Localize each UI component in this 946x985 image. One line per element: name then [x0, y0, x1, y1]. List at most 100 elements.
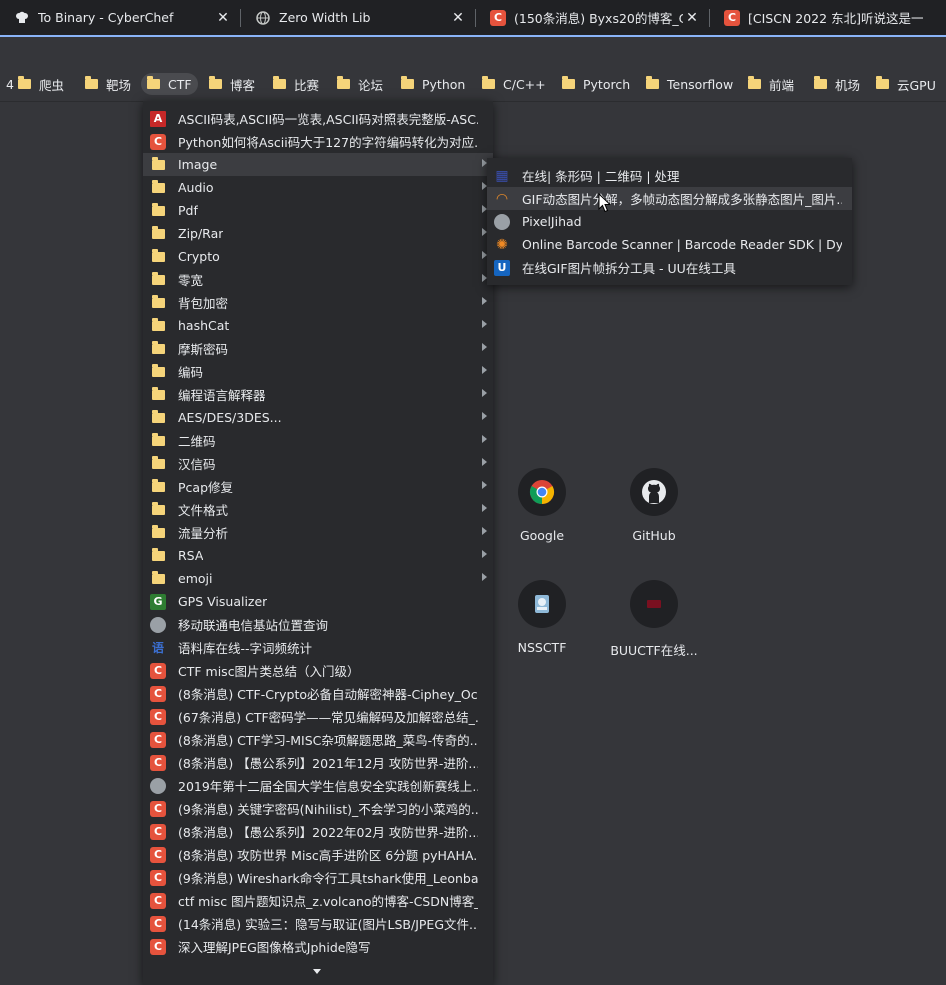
shortcut-label: GitHub	[632, 528, 676, 543]
menu-bookmark-item[interactable]: Cctf misc 图片题知识点_z.volcano的博客-CSDN博客_...	[143, 889, 493, 912]
menu-folder-item[interactable]: Pdf	[143, 199, 493, 222]
menu-folder-item[interactable]: Crypto	[143, 245, 493, 268]
scroll-down-arrow-icon[interactable]	[313, 969, 321, 974]
menu-folder-item[interactable]: hashCat	[143, 314, 493, 337]
barcode-site-icon: ▦	[495, 167, 509, 184]
menu-bookmark-item[interactable]: C (8条消息) 【愚公系列】2021年12月 攻防世界-进阶...	[143, 751, 493, 774]
menu-bookmark-item[interactable]: C (8条消息) 攻防世界 Misc高手进阶区 6分题 pyHAHA...	[143, 843, 493, 866]
menu-item-label: (67条消息) CTF密码学——常见编解码及加解密总结_...	[178, 710, 478, 725]
chevron-right-icon	[482, 320, 487, 328]
bookmark-folder-cloud-gpu[interactable]: 云GPU	[870, 73, 942, 95]
menu-bookmark-item[interactable]: 2019年第十二届全国大学生信息安全实践创新赛线上...	[143, 774, 493, 797]
menu-item-label: (8条消息) 【愚公系列】2022年02月 攻防世界-进阶...	[178, 825, 478, 840]
menu-folder-item[interactable]: RSA	[143, 544, 493, 567]
bookmark-folder-contest[interactable]: 比赛	[267, 73, 325, 95]
tab-zero-width-lib[interactable]: Zero Width Lib ✕	[241, 0, 475, 35]
bookmark-folder-python[interactable]: Python	[395, 73, 471, 95]
red-a-icon: A	[150, 110, 166, 127]
folder-icon	[152, 570, 165, 584]
folder-icon	[152, 271, 165, 285]
menu-folder-item[interactable]: AES/DES/3DES...	[143, 406, 493, 429]
shortcut-google[interactable]: Google	[487, 468, 597, 543]
menu-bookmark-item[interactable]: C (8条消息) 【愚公系列】2022年02月 攻防世界-进阶...	[143, 820, 493, 843]
globe-icon	[150, 616, 166, 633]
menu-item-label: ctf misc 图片题知识点_z.volcano的博客-CSDN博客_...	[178, 894, 478, 909]
shortcut-label: Google	[519, 528, 565, 543]
menu-folder-item[interactable]: 背包加密	[143, 291, 493, 314]
menu-bookmark-item[interactable]: C 深入理解JPEG图像格式Jphide隐写	[143, 935, 493, 958]
csdn-icon: C	[150, 754, 166, 771]
menu-bookmark-item[interactable]: A ASCII码表,ASCII码一览表,ASCII码对照表完整版-ASC...	[143, 107, 493, 130]
bookmark-folder-spider[interactable]: 爬虫	[12, 73, 70, 95]
menu-folder-item[interactable]: 二维码	[143, 429, 493, 452]
tab-ciscn[interactable]: C [CISCN 2022 东北]听说这是一	[710, 0, 946, 35]
bookmark-folder-range[interactable]: 靶场	[79, 73, 137, 95]
menu-item-label: Python如何将Ascii码大于127的字符编码转化为对应...	[178, 135, 478, 150]
close-icon[interactable]: ✕	[449, 10, 467, 26]
bookmark-folder-blog[interactable]: 博客	[203, 73, 261, 95]
folder-icon	[152, 524, 165, 538]
menu-folder-item[interactable]: Image	[143, 153, 493, 176]
menu-folder-item[interactable]: emoji	[143, 567, 493, 590]
menu-folder-item[interactable]: 文件格式	[143, 498, 493, 521]
bookmark-label: Tensorflow	[667, 76, 734, 92]
folder-icon	[152, 386, 165, 400]
menu-bookmark-item[interactable]: C (8条消息) CTF学习-MISC杂项解题思路_菜鸟-传奇的...	[143, 728, 493, 751]
menu-bookmark-item[interactable]: G GPS Visualizer	[143, 590, 493, 613]
close-icon[interactable]: ✕	[683, 10, 701, 26]
folder-icon	[209, 76, 222, 89]
menu-bookmark-item[interactable]: C (14条消息) 实验三：隐写与取证(图片LSB/JPEG文件...	[143, 912, 493, 935]
menu-item-label: Image	[178, 157, 218, 172]
bookmark-folder-tensorflow[interactable]: Tensorflow	[640, 73, 739, 95]
bookmark-label: 比赛	[294, 77, 320, 93]
menu-item-label: GIF动态图片分解，多帧动态图分解成多张静态图片_图片...	[522, 192, 842, 207]
menu-bookmark-item[interactable]: C (9条消息) Wireshark命令行工具tshark使用_Leonba...	[143, 866, 493, 889]
menu-folder-item[interactable]: Pcap修复	[143, 475, 493, 498]
menu-bookmark-item[interactable]: C (67条消息) CTF密码学——常见编解码及加解密总结_...	[143, 705, 493, 728]
menu-bookmark-item[interactable]: C CTF misc图片类总结（入门级）	[143, 659, 493, 682]
menu-folder-item[interactable]: 汉信码	[143, 452, 493, 475]
submenu-bookmark-item[interactable]: ◠ GIF动态图片分解，多帧动态图分解成多张静态图片_图片...	[487, 187, 852, 210]
tab-csdn-blog[interactable]: C (150条消息) Byxs20的博客_CSDN ✕	[476, 0, 709, 35]
menu-folder-item[interactable]: 编程语言解释器	[143, 383, 493, 406]
bookmark-folder-cpp[interactable]: C/C++	[476, 73, 552, 95]
csdn-icon: C	[150, 685, 166, 702]
menu-folder-item[interactable]: Zip/Rar	[143, 222, 493, 245]
menu-folder-item[interactable]: 摩斯密码	[143, 337, 493, 360]
menu-item-label: hashCat	[178, 318, 230, 333]
menu-bookmark-item[interactable]: C (8条消息) CTF-Crypto必备自动解密神器-Ciphey_Oc...	[143, 682, 493, 705]
menu-item-label: Crypto	[178, 249, 220, 264]
bookmark-folder-ctf[interactable]: CTF	[141, 73, 198, 95]
bookmark-label: 论坛	[358, 77, 384, 93]
bookmark-folder-frontend[interactable]: 前端	[742, 73, 800, 95]
submenu-bookmark-item[interactable]: U 在线GIF图片帧拆分工具 - UU在线工具	[487, 256, 852, 279]
submenu-bookmark-item[interactable]: ✺ Online Barcode Scanner | Barcode Reader…	[487, 233, 852, 256]
menu-bookmark-item[interactable]: C (9条消息) 关键字密码(Nihilist)_不会学习的小菜鸡的...	[143, 797, 493, 820]
menu-bookmark-item[interactable]: 移动联通电信基站位置查询	[143, 613, 493, 636]
menu-folder-item[interactable]: 编码	[143, 360, 493, 383]
chevron-right-icon	[482, 297, 487, 305]
shortcut-github[interactable]: GitHub	[599, 468, 709, 543]
shortcut-buuctf[interactable]: BUUCTF在线...	[599, 580, 709, 659]
menu-folder-item[interactable]: 流量分析	[143, 521, 493, 544]
menu-bookmark-item[interactable]: C Python如何将Ascii码大于127的字符编码转化为对应...	[143, 130, 493, 153]
menu-bookmark-item[interactable]: 语语料库在线--字词频统计	[143, 636, 493, 659]
submenu-bookmark-item[interactable]: ▦ 在线| 条形码 | 二维码 | 处理	[487, 164, 852, 187]
csdn-icon: C	[150, 846, 166, 863]
folder-icon	[152, 179, 165, 193]
submenu-bookmark-item[interactable]: PixelJihad	[487, 210, 852, 233]
image-submenu: ▦ 在线| 条形码 | 二维码 | 处理 ◠ GIF动态图片分解，多帧动态图分解成多张…	[487, 158, 852, 285]
menu-folder-item[interactable]: Audio	[143, 176, 493, 199]
menu-folder-item[interactable]: 零宽	[143, 268, 493, 291]
close-icon[interactable]: ✕	[214, 10, 232, 26]
bookmark-label: CTF	[168, 76, 192, 92]
bookmark-folder-airport[interactable]: 机场	[808, 73, 866, 95]
tab-title: (150条消息) Byxs20的博客_CSDN	[514, 11, 683, 26]
tab-cyberchef[interactable]: To Binary - CyberChef ✕	[0, 0, 240, 35]
dynamsoft-icon: ✺	[496, 236, 508, 253]
shortcut-nssctf[interactable]: NSSCTF	[487, 580, 597, 655]
tab-title: To Binary - CyberChef	[38, 10, 174, 25]
bookmark-folder-pytorch[interactable]: Pytorch	[556, 73, 636, 95]
menu-item-label: 二维码	[178, 434, 216, 449]
bookmark-folder-forum[interactable]: 论坛	[331, 73, 389, 95]
